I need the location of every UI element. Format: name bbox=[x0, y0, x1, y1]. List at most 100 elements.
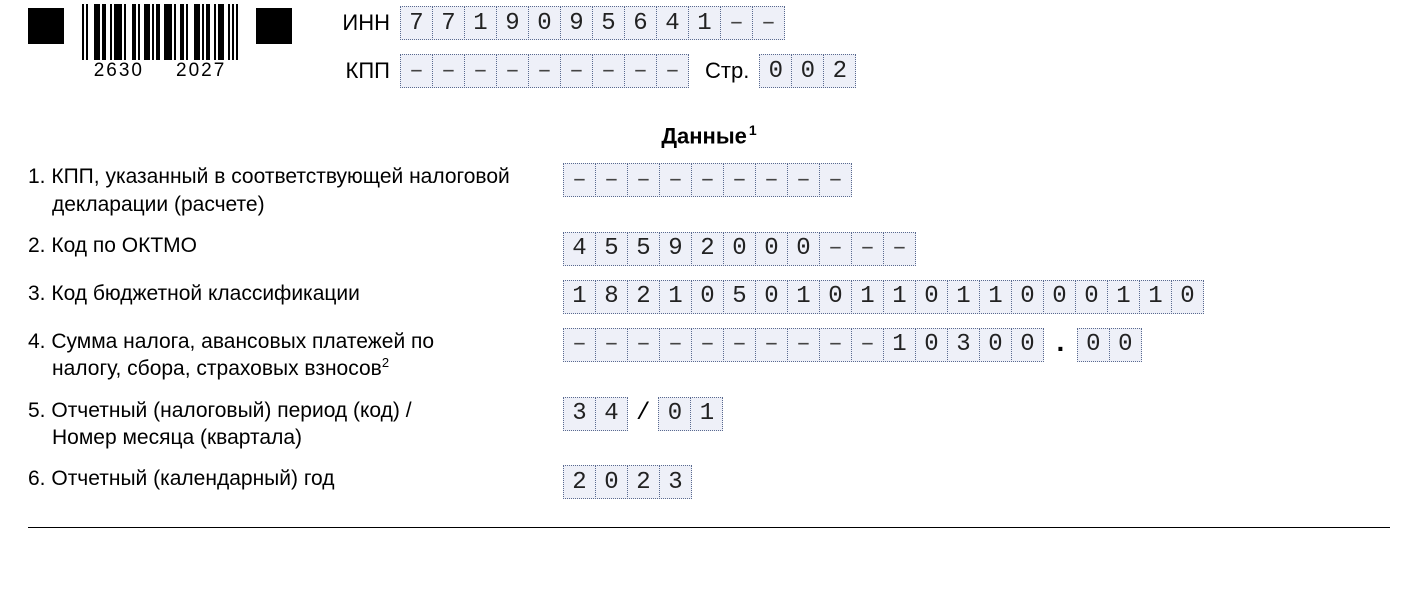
row-1-label: 1. КПП, указанный в соответствующей нало… bbox=[28, 163, 563, 218]
row-2-value: 45592000––– bbox=[563, 232, 1390, 266]
cell: 9 bbox=[560, 6, 593, 40]
row-4-label: 4. Сумма налога, авансовых платежей по н… bbox=[28, 328, 563, 383]
cell: 0 bbox=[1011, 328, 1044, 362]
barcode: 2630 2027 bbox=[82, 4, 238, 82]
barcode-bars bbox=[82, 4, 238, 60]
cell: 1 bbox=[947, 280, 980, 314]
cell: 5 bbox=[627, 232, 660, 266]
cell: 1 bbox=[1139, 280, 1172, 314]
cell: – bbox=[752, 6, 785, 40]
cell: 1 bbox=[659, 280, 692, 314]
cell: 1 bbox=[883, 280, 916, 314]
cell: 1 bbox=[851, 280, 884, 314]
cell: 7 bbox=[432, 6, 465, 40]
row-5-value: 34 / 01 bbox=[563, 397, 1390, 431]
cell: 5 bbox=[595, 232, 628, 266]
cell: – bbox=[755, 328, 788, 362]
cell: 1 bbox=[979, 280, 1012, 314]
cell: – bbox=[595, 328, 628, 362]
id-block: ИНН 7719095641–– КПП ––––––––– Стр. 002 bbox=[332, 4, 856, 88]
header: 2630 2027 ИНН 7719095641–– КПП –––––––––… bbox=[28, 4, 1390, 88]
cell: 1 bbox=[563, 280, 596, 314]
cell: 5 bbox=[723, 280, 756, 314]
cell: – bbox=[819, 232, 852, 266]
cell: – bbox=[563, 163, 596, 197]
section-title: Данные1 bbox=[28, 122, 1390, 149]
cell: 1 bbox=[1107, 280, 1140, 314]
row-6-label: 6. Отчетный (календарный) год bbox=[28, 465, 563, 492]
row-6-value: 2023 bbox=[563, 465, 1390, 499]
cell: 0 bbox=[759, 54, 792, 88]
cell: 2 bbox=[627, 280, 660, 314]
page-cells: 002 bbox=[759, 54, 856, 88]
cell: 1 bbox=[688, 6, 721, 40]
cell: – bbox=[723, 328, 756, 362]
cell: 8 bbox=[595, 280, 628, 314]
cell: 0 bbox=[1075, 280, 1108, 314]
marker-square-left bbox=[28, 8, 64, 44]
cell: 1 bbox=[787, 280, 820, 314]
kpp-line: КПП ––––––––– Стр. 002 bbox=[332, 54, 856, 88]
cell: 0 bbox=[1109, 328, 1142, 362]
cell: 0 bbox=[791, 54, 824, 88]
inn-label: ИНН bbox=[332, 10, 390, 36]
cell: – bbox=[496, 54, 529, 88]
cell: 0 bbox=[755, 232, 788, 266]
decimal-dot: . bbox=[1050, 329, 1071, 360]
inn-cells: 7719095641–– bbox=[400, 6, 785, 40]
cell: – bbox=[560, 54, 593, 88]
cell: 1 bbox=[883, 328, 916, 362]
cell: – bbox=[755, 163, 788, 197]
cell: 0 bbox=[1171, 280, 1204, 314]
slash-sep: / bbox=[634, 400, 652, 427]
cell: – bbox=[691, 328, 724, 362]
barcode-number: 2630 2027 bbox=[94, 60, 227, 82]
row-1-value: ––––––––– bbox=[563, 163, 1390, 197]
cell: – bbox=[592, 54, 625, 88]
data-grid: 1. КПП, указанный в соответствующей нало… bbox=[28, 163, 1390, 499]
cell: – bbox=[627, 328, 660, 362]
cell: – bbox=[787, 328, 820, 362]
cell: – bbox=[563, 328, 596, 362]
cell: 0 bbox=[528, 6, 561, 40]
cell: 0 bbox=[691, 280, 724, 314]
cell: 4 bbox=[563, 232, 596, 266]
cell: – bbox=[851, 328, 884, 362]
inn-line: ИНН 7719095641–– bbox=[332, 6, 856, 40]
cell: – bbox=[723, 163, 756, 197]
cell: – bbox=[851, 232, 884, 266]
row-5-label: 5. Отчетный (налоговый) период (код) / Н… bbox=[28, 397, 563, 452]
cell: – bbox=[819, 163, 852, 197]
cell: – bbox=[819, 328, 852, 362]
cell: – bbox=[624, 54, 657, 88]
cell: – bbox=[656, 54, 689, 88]
cell: 3 bbox=[947, 328, 980, 362]
cell: – bbox=[691, 163, 724, 197]
cell: – bbox=[659, 328, 692, 362]
cell: – bbox=[595, 163, 628, 197]
row-3-value: 18210501011011000110 bbox=[563, 280, 1390, 314]
bottom-rule bbox=[28, 527, 1390, 528]
cell: – bbox=[528, 54, 561, 88]
cell: 0 bbox=[915, 328, 948, 362]
cell: – bbox=[787, 163, 820, 197]
cell: – bbox=[400, 54, 433, 88]
cell: – bbox=[627, 163, 660, 197]
kpp-cells: ––––––––– bbox=[400, 54, 689, 88]
cell: 2 bbox=[563, 465, 596, 499]
row-3-label: 3. Код бюджетной классификации bbox=[28, 280, 563, 307]
cell: 7 bbox=[400, 6, 433, 40]
cell: 0 bbox=[1043, 280, 1076, 314]
cell: 2 bbox=[823, 54, 856, 88]
cell: 9 bbox=[496, 6, 529, 40]
cell: 3 bbox=[659, 465, 692, 499]
cell: 3 bbox=[563, 397, 596, 431]
cell: 9 bbox=[659, 232, 692, 266]
cell: 4 bbox=[656, 6, 689, 40]
cell: – bbox=[659, 163, 692, 197]
row-2-label: 2. Код по ОКТМО bbox=[28, 232, 563, 259]
cell: 0 bbox=[723, 232, 756, 266]
cell: 0 bbox=[1011, 280, 1044, 314]
row-4-value: ––––––––––10300 . 00 bbox=[563, 328, 1390, 362]
cell: – bbox=[883, 232, 916, 266]
